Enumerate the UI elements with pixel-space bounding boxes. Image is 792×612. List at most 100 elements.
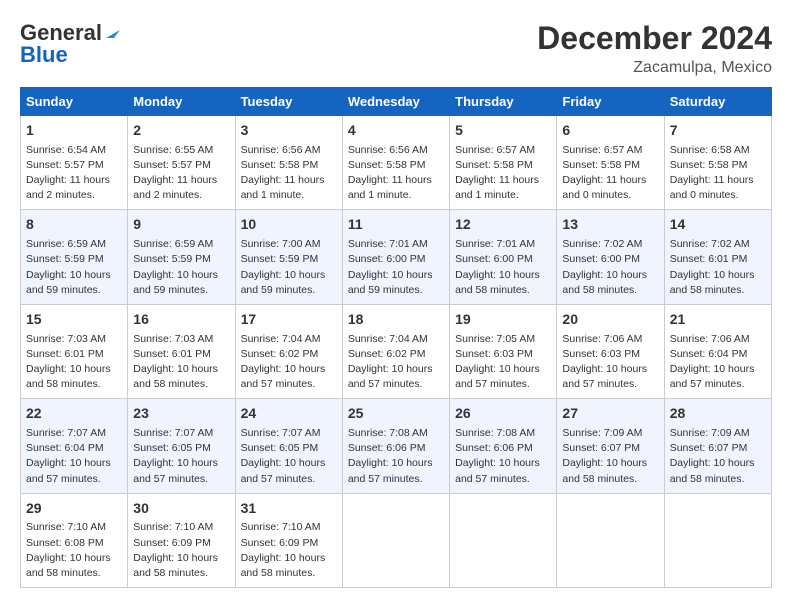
calendar-cell-29: 29 Sunrise: 7:10 AM Sunset: 6:08 PM Dayl…	[21, 493, 128, 587]
day-number: 10	[241, 215, 337, 235]
header-tuesday: Tuesday	[235, 88, 342, 116]
day-info: Sunrise: 6:57 AM Sunset: 5:58 PM Dayligh…	[562, 143, 658, 204]
day-number: 8	[26, 215, 122, 235]
month-title: December 2024	[537, 20, 772, 57]
calendar-cell-7: 7 Sunrise: 6:58 AM Sunset: 5:58 PM Dayli…	[664, 116, 771, 210]
day-info: Sunrise: 6:59 AM Sunset: 5:59 PM Dayligh…	[133, 237, 229, 298]
calendar-cell-16: 16 Sunrise: 7:03 AM Sunset: 6:01 PM Dayl…	[128, 304, 235, 398]
day-info: Sunrise: 7:03 AM Sunset: 6:01 PM Dayligh…	[26, 332, 122, 393]
calendar-cell-23: 23 Sunrise: 7:07 AM Sunset: 6:05 PM Dayl…	[128, 399, 235, 493]
day-info: Sunrise: 7:10 AM Sunset: 6:09 PM Dayligh…	[133, 520, 229, 581]
day-number: 4	[348, 121, 444, 141]
calendar-week-row: 8 Sunrise: 6:59 AM Sunset: 5:59 PM Dayli…	[21, 210, 772, 304]
day-info: Sunrise: 6:57 AM Sunset: 5:58 PM Dayligh…	[455, 143, 551, 204]
calendar-cell-24: 24 Sunrise: 7:07 AM Sunset: 6:05 PM Dayl…	[235, 399, 342, 493]
logo-triangle-icon	[104, 22, 122, 40]
day-info: Sunrise: 7:07 AM Sunset: 6:05 PM Dayligh…	[241, 426, 337, 487]
day-number: 18	[348, 310, 444, 330]
calendar-cell-27: 27 Sunrise: 7:09 AM Sunset: 6:07 PM Dayl…	[557, 399, 664, 493]
calendar-cell-11: 11 Sunrise: 7:01 AM Sunset: 6:00 PM Dayl…	[342, 210, 449, 304]
calendar-cell-19: 19 Sunrise: 7:05 AM Sunset: 6:03 PM Dayl…	[450, 304, 557, 398]
calendar-cell-10: 10 Sunrise: 7:00 AM Sunset: 5:59 PM Dayl…	[235, 210, 342, 304]
weekday-header-row: Sunday Monday Tuesday Wednesday Thursday…	[21, 88, 772, 116]
calendar-cell-13: 13 Sunrise: 7:02 AM Sunset: 6:00 PM Dayl…	[557, 210, 664, 304]
day-number: 1	[26, 121, 122, 141]
day-info: Sunrise: 6:58 AM Sunset: 5:58 PM Dayligh…	[670, 143, 766, 204]
day-number: 26	[455, 404, 551, 424]
day-info: Sunrise: 7:10 AM Sunset: 6:08 PM Dayligh…	[26, 520, 122, 581]
header-thursday: Thursday	[450, 88, 557, 116]
day-info: Sunrise: 7:01 AM Sunset: 6:00 PM Dayligh…	[348, 237, 444, 298]
day-info: Sunrise: 6:56 AM Sunset: 5:58 PM Dayligh…	[348, 143, 444, 204]
day-number: 3	[241, 121, 337, 141]
calendar-cell-20: 20 Sunrise: 7:06 AM Sunset: 6:03 PM Dayl…	[557, 304, 664, 398]
calendar-cell-26: 26 Sunrise: 7:08 AM Sunset: 6:06 PM Dayl…	[450, 399, 557, 493]
calendar-cell-5: 5 Sunrise: 6:57 AM Sunset: 5:58 PM Dayli…	[450, 116, 557, 210]
calendar-cell-15: 15 Sunrise: 7:03 AM Sunset: 6:01 PM Dayl…	[21, 304, 128, 398]
day-number: 29	[26, 499, 122, 519]
day-info: Sunrise: 7:08 AM Sunset: 6:06 PM Dayligh…	[348, 426, 444, 487]
day-info: Sunrise: 6:59 AM Sunset: 5:59 PM Dayligh…	[26, 237, 122, 298]
calendar-cell-empty	[342, 493, 449, 587]
header-wednesday: Wednesday	[342, 88, 449, 116]
day-number: 24	[241, 404, 337, 424]
calendar-week-row: 1 Sunrise: 6:54 AM Sunset: 5:57 PM Dayli…	[21, 116, 772, 210]
day-info: Sunrise: 7:05 AM Sunset: 6:03 PM Dayligh…	[455, 332, 551, 393]
calendar-cell-14: 14 Sunrise: 7:02 AM Sunset: 6:01 PM Dayl…	[664, 210, 771, 304]
calendar-cell-2: 2 Sunrise: 6:55 AM Sunset: 5:57 PM Dayli…	[128, 116, 235, 210]
calendar-week-row: 22 Sunrise: 7:07 AM Sunset: 6:04 PM Dayl…	[21, 399, 772, 493]
day-number: 31	[241, 499, 337, 519]
calendar-cell-18: 18 Sunrise: 7:04 AM Sunset: 6:02 PM Dayl…	[342, 304, 449, 398]
calendar-cell-empty	[664, 493, 771, 587]
day-number: 7	[670, 121, 766, 141]
header-saturday: Saturday	[664, 88, 771, 116]
day-info: Sunrise: 7:07 AM Sunset: 6:05 PM Dayligh…	[133, 426, 229, 487]
header-sunday: Sunday	[21, 88, 128, 116]
day-info: Sunrise: 7:09 AM Sunset: 6:07 PM Dayligh…	[670, 426, 766, 487]
calendar-cell-22: 22 Sunrise: 7:07 AM Sunset: 6:04 PM Dayl…	[21, 399, 128, 493]
day-info: Sunrise: 7:00 AM Sunset: 5:59 PM Dayligh…	[241, 237, 337, 298]
header-monday: Monday	[128, 88, 235, 116]
day-info: Sunrise: 7:06 AM Sunset: 6:03 PM Dayligh…	[562, 332, 658, 393]
calendar-cell-8: 8 Sunrise: 6:59 AM Sunset: 5:59 PM Dayli…	[21, 210, 128, 304]
day-number: 6	[562, 121, 658, 141]
title-section: December 2024 Zacamulpa, Mexico	[537, 20, 772, 77]
page-container: General Blue December 2024 Zacamulpa, Me…	[20, 20, 772, 588]
day-number: 5	[455, 121, 551, 141]
day-info: Sunrise: 7:04 AM Sunset: 6:02 PM Dayligh…	[241, 332, 337, 393]
day-number: 15	[26, 310, 122, 330]
day-info: Sunrise: 7:07 AM Sunset: 6:04 PM Dayligh…	[26, 426, 122, 487]
calendar-cell-31: 31 Sunrise: 7:10 AM Sunset: 6:09 PM Dayl…	[235, 493, 342, 587]
day-info: Sunrise: 7:10 AM Sunset: 6:09 PM Dayligh…	[241, 520, 337, 581]
calendar-cell-9: 9 Sunrise: 6:59 AM Sunset: 5:59 PM Dayli…	[128, 210, 235, 304]
day-number: 13	[562, 215, 658, 235]
day-info: Sunrise: 7:02 AM Sunset: 6:00 PM Dayligh…	[562, 237, 658, 298]
day-number: 11	[348, 215, 444, 235]
day-info: Sunrise: 6:55 AM Sunset: 5:57 PM Dayligh…	[133, 143, 229, 204]
calendar-cell-6: 6 Sunrise: 6:57 AM Sunset: 5:58 PM Dayli…	[557, 116, 664, 210]
header-friday: Friday	[557, 88, 664, 116]
calendar-cell-25: 25 Sunrise: 7:08 AM Sunset: 6:06 PM Dayl…	[342, 399, 449, 493]
logo: General Blue	[20, 20, 122, 68]
day-info: Sunrise: 7:06 AM Sunset: 6:04 PM Dayligh…	[670, 332, 766, 393]
day-number: 27	[562, 404, 658, 424]
calendar-cell-4: 4 Sunrise: 6:56 AM Sunset: 5:58 PM Dayli…	[342, 116, 449, 210]
calendar-cell-1: 1 Sunrise: 6:54 AM Sunset: 5:57 PM Dayli…	[21, 116, 128, 210]
day-info: Sunrise: 7:02 AM Sunset: 6:01 PM Dayligh…	[670, 237, 766, 298]
day-number: 14	[670, 215, 766, 235]
day-number: 23	[133, 404, 229, 424]
day-info: Sunrise: 7:08 AM Sunset: 6:06 PM Dayligh…	[455, 426, 551, 487]
day-number: 16	[133, 310, 229, 330]
day-number: 20	[562, 310, 658, 330]
header: General Blue December 2024 Zacamulpa, Me…	[20, 20, 772, 77]
calendar-cell-12: 12 Sunrise: 7:01 AM Sunset: 6:00 PM Dayl…	[450, 210, 557, 304]
day-number: 2	[133, 121, 229, 141]
day-info: Sunrise: 6:54 AM Sunset: 5:57 PM Dayligh…	[26, 143, 122, 204]
calendar-cell-21: 21 Sunrise: 7:06 AM Sunset: 6:04 PM Dayl…	[664, 304, 771, 398]
day-info: Sunrise: 6:56 AM Sunset: 5:58 PM Dayligh…	[241, 143, 337, 204]
day-number: 25	[348, 404, 444, 424]
day-number: 19	[455, 310, 551, 330]
day-info: Sunrise: 7:01 AM Sunset: 6:00 PM Dayligh…	[455, 237, 551, 298]
calendar-cell-3: 3 Sunrise: 6:56 AM Sunset: 5:58 PM Dayli…	[235, 116, 342, 210]
day-number: 30	[133, 499, 229, 519]
